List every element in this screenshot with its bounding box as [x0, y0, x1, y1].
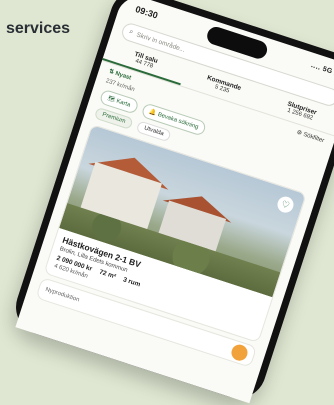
map-label: Karta: [115, 98, 131, 109]
sort-label: Nyast: [114, 70, 132, 82]
phone-screen: 09:30 ‥‥ 5G ▬ ⌕ Skriv in område... Till …: [15, 0, 334, 404]
page-heading: services: [6, 20, 71, 37]
status-time: 09:30: [134, 4, 160, 21]
phone-mockup: 09:30 ‥‥ 5G ▬ ⌕ Skriv in område... Till …: [8, 0, 334, 405]
heart-icon[interactable]: ♡: [275, 194, 296, 215]
next-listing-label: Nyproduktion: [44, 286, 81, 304]
broker-logo-icon: [229, 342, 250, 363]
signal-icon: ‥‥ 5G ▬: [310, 61, 334, 78]
search-icon: ⌕: [128, 28, 135, 36]
